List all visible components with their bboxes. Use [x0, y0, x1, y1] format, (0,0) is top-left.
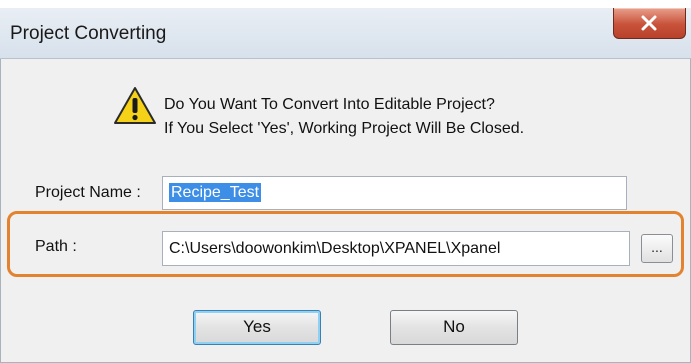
dialog-window: Project Converting Do You Want To Conver… — [0, 8, 691, 363]
message-line-2: If You Select 'Yes', Working Project Wil… — [164, 120, 525, 137]
title-bar: Project Converting — [0, 8, 691, 59]
close-x-icon — [641, 15, 657, 31]
project-name-field[interactable]: Recipe_Test — [162, 176, 627, 210]
path-label: Path : — [35, 238, 77, 255]
yes-button[interactable]: Yes — [193, 310, 321, 345]
path-field[interactable]: C:\Users\doowonkim\Desktop\XPANEL\Xpanel — [162, 231, 630, 266]
path-value: C:\Users\doowonkim\Desktop\XPANEL\Xpanel — [169, 240, 501, 257]
project-name-label: Project Name : — [35, 184, 141, 201]
message-line-1: Do You Want To Convert Into Editable Pro… — [164, 96, 495, 113]
project-name-value: Recipe_Test — [169, 183, 262, 202]
dialog-title: Project Converting — [10, 23, 167, 44]
browse-button[interactable]: ... — [641, 234, 673, 263]
warning-triangle-icon — [114, 87, 156, 124]
no-button[interactable]: No — [390, 310, 518, 345]
close-button[interactable] — [613, 8, 686, 39]
